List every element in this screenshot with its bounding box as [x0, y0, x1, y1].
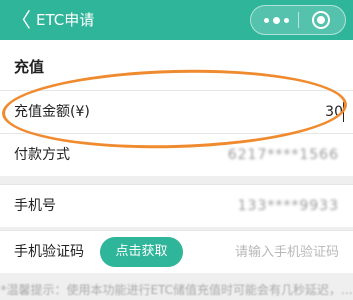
phone-value: 133****9933	[237, 198, 339, 214]
more-icon[interactable]	[261, 6, 291, 34]
amount-label: 充值金额(¥)	[14, 104, 90, 120]
payment-row[interactable]: 付款方式 6217****1566	[0, 133, 353, 176]
payment-value: 6217****1566	[227, 147, 339, 163]
capsule-divider	[298, 12, 299, 28]
code-row: 手机验证码 点击获取	[0, 230, 353, 273]
payment-label: 付款方式	[14, 147, 70, 163]
amount-row: 充值金额(¥)	[0, 90, 353, 133]
back-icon[interactable]: 〈	[10, 8, 32, 32]
phone-row: 手机号 133****9933	[0, 184, 353, 227]
code-input[interactable]	[209, 241, 339, 263]
text-caret	[343, 102, 344, 122]
close-icon[interactable]	[312, 11, 330, 29]
page-title: ETC申请	[36, 11, 95, 29]
tip-text: *温馨提示：使用本功能进行ETC储值充值时可能会有几秒延迟，...	[0, 283, 353, 297]
get-code-button[interactable]: 点击获取	[100, 237, 183, 267]
code-label: 手机验证码	[14, 244, 84, 260]
phone-label: 手机号	[14, 198, 56, 214]
amount-input[interactable]	[223, 101, 343, 123]
section-title: 充值	[14, 58, 45, 76]
nav-bar: 〈 ETC申请	[0, 0, 353, 40]
section-header: 充值	[0, 40, 353, 90]
mini-program-capsule	[250, 5, 346, 35]
